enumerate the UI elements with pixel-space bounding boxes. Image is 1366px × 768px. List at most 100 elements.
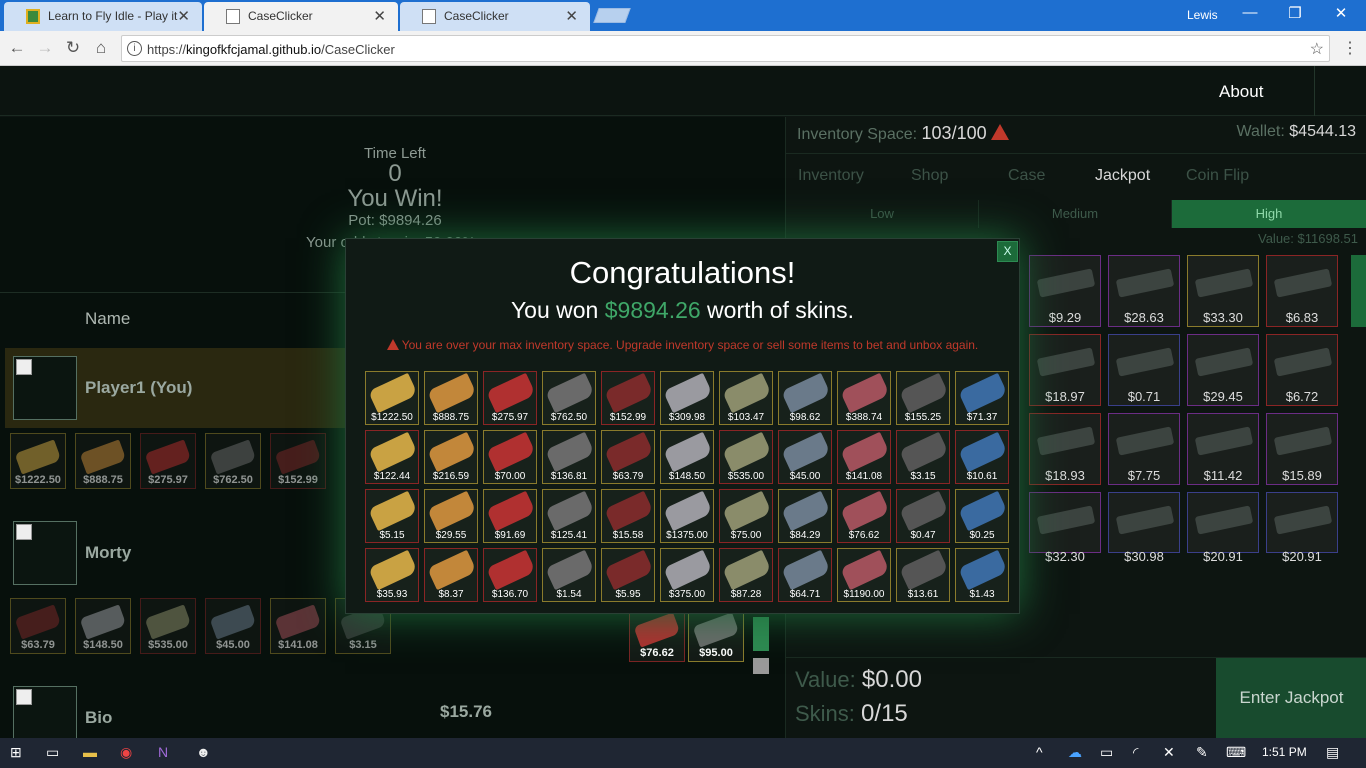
risk-medium[interactable]: Medium — [979, 200, 1172, 228]
enter-jackpot-button[interactable]: Enter Jackpot — [1216, 658, 1366, 739]
risk-high[interactable]: High — [1172, 200, 1366, 228]
skin-item[interactable]: $0.47 — [896, 489, 950, 543]
skin-item[interactable]: $64.71 — [778, 548, 832, 602]
minimize-icon[interactable]: — — [1235, 4, 1265, 21]
back-icon[interactable]: ← — [6, 38, 28, 58]
skin-item[interactable]: $15.58 — [601, 489, 655, 543]
skin-item[interactable]: $1375.00 — [660, 489, 714, 543]
skin-item[interactable]: $152.99 — [601, 371, 655, 425]
skin-item[interactable]: $136.81 — [542, 430, 596, 484]
tab-case[interactable]: Case — [1008, 167, 1045, 185]
skin-item[interactable]: $535.00 — [140, 598, 196, 654]
about-link[interactable]: About — [1219, 82, 1263, 102]
skin-item[interactable]: $535.00 — [719, 430, 773, 484]
skin-item[interactable]: $87.28 — [719, 548, 773, 602]
skin-item[interactable]: $5.15 — [365, 489, 419, 543]
skin-item[interactable]: $35.93 — [365, 548, 419, 602]
volume-mute-icon[interactable]: ✕ — [1163, 744, 1175, 761]
start-icon[interactable]: ⊞ — [10, 744, 22, 761]
skin-item[interactable]: $275.97 — [483, 371, 537, 425]
pen-icon[interactable]: ✎ — [1196, 744, 1208, 761]
skin-item[interactable]: $5.95 — [601, 548, 655, 602]
skin-item[interactable]: $7.75 — [1108, 413, 1180, 485]
skin-item[interactable]: $141.08 — [270, 598, 326, 654]
skin-item[interactable]: $8.37 — [424, 548, 478, 602]
skin-item[interactable]: $76.62 — [837, 489, 891, 543]
skin-item[interactable]: $29.45 — [1187, 334, 1259, 406]
skin-item[interactable]: $375.00 — [660, 548, 714, 602]
show-hidden-icons[interactable]: ^ — [1036, 744, 1043, 760]
onedrive-icon[interactable]: ☁ — [1068, 744, 1082, 761]
tab-inventory[interactable]: Inventory — [798, 167, 864, 185]
skin-item[interactable]: $3.15 — [896, 430, 950, 484]
task-view-icon[interactable]: ▭ — [46, 744, 59, 761]
skin-item[interactable]: $70.00 — [483, 430, 537, 484]
skin-item[interactable]: $11.42 — [1187, 413, 1259, 485]
skin-item[interactable]: $152.99 — [270, 433, 326, 489]
skin-item[interactable]: $275.97 — [140, 433, 196, 489]
close-tab-icon[interactable]: ✕ — [373, 7, 386, 25]
skin-item[interactable]: $1190.00 — [837, 548, 891, 602]
skin-item[interactable]: $0.25 — [955, 489, 1009, 543]
skin-item[interactable]: $888.75 — [424, 371, 478, 425]
onenote-icon[interactable]: N — [158, 744, 168, 760]
skin-item[interactable]: $888.75 — [75, 433, 131, 489]
profile-name[interactable]: Lewis — [1187, 8, 1218, 22]
bookmark-star-icon[interactable]: ☆ — [1310, 39, 1324, 59]
close-tab-icon[interactable]: ✕ — [177, 7, 190, 25]
forward-icon[interactable]: → — [34, 38, 56, 58]
skin-item[interactable]: $33.30 — [1187, 255, 1259, 327]
skin-item[interactable]: $28.63 — [1108, 255, 1180, 327]
keyboard-icon[interactable]: ⌨ — [1226, 744, 1246, 761]
skin-item[interactable]: $91.69 — [483, 489, 537, 543]
skin-item[interactable]: $18.93 — [1029, 413, 1101, 485]
skin-item[interactable]: $155.25 — [896, 371, 950, 425]
skin-item[interactable]: $148.50 — [660, 430, 714, 484]
skin-item[interactable]: $18.97 — [1029, 334, 1101, 406]
skin-item[interactable]: $762.50 — [542, 371, 596, 425]
new-tab-button[interactable] — [593, 8, 631, 23]
skin-item[interactable]: $1222.50 — [365, 371, 419, 425]
notifications-icon[interactable]: ▤ — [1326, 744, 1339, 761]
skin-item[interactable]: $136.70 — [483, 548, 537, 602]
url-field[interactable]: i https://kingofkfcjamal.github.io/CaseC… — [121, 35, 1330, 62]
file-explorer-icon[interactable]: ▬ — [83, 744, 97, 760]
scrollbar-thumb[interactable] — [1351, 255, 1366, 327]
skin-item[interactable]: $388.74 — [837, 371, 891, 425]
skin-item[interactable]: $45.00 — [205, 598, 261, 654]
skin-item[interactable]: $76.62 — [629, 606, 685, 662]
close-tab-icon[interactable]: ✕ — [565, 7, 578, 25]
tab-coin-flip[interactable]: Coin Flip — [1186, 167, 1249, 185]
skin-item[interactable]: $9.29 — [1029, 255, 1101, 327]
scrollbar-arrow[interactable] — [753, 658, 769, 674]
wifi-icon[interactable]: ◜ — [1133, 744, 1138, 761]
skin-item[interactable]: $148.50 — [75, 598, 131, 654]
tab-shop[interactable]: Shop — [911, 167, 948, 185]
close-window-icon[interactable]: ✕ — [1326, 4, 1356, 22]
skin-item[interactable]: $84.29 — [778, 489, 832, 543]
skin-item[interactable]: $32.30 — [1029, 492, 1101, 564]
skin-item[interactable]: $71.37 — [955, 371, 1009, 425]
restore-icon[interactable]: ❐ — [1280, 4, 1310, 22]
skin-item[interactable]: $6.72 — [1266, 334, 1338, 406]
home-icon[interactable]: ⌂ — [90, 38, 112, 58]
skin-item[interactable]: $13.61 — [896, 548, 950, 602]
reload-icon[interactable]: ↻ — [62, 38, 84, 58]
skin-item[interactable]: $1222.50 — [10, 433, 66, 489]
skin-item[interactable]: $141.08 — [837, 430, 891, 484]
skin-item[interactable]: $6.83 — [1266, 255, 1338, 327]
skin-item[interactable]: $1.54 — [542, 548, 596, 602]
skin-item[interactable]: $216.59 — [424, 430, 478, 484]
risk-low[interactable]: Low — [786, 200, 979, 228]
skin-item[interactable]: $63.79 — [601, 430, 655, 484]
skin-item[interactable]: $1.43 — [955, 548, 1009, 602]
clock[interactable]: 1:51 PM — [1262, 745, 1307, 759]
tab-jackpot[interactable]: Jackpot — [1095, 167, 1150, 185]
skin-item[interactable]: $95.00 — [688, 606, 744, 662]
skin-item[interactable]: $45.00 — [778, 430, 832, 484]
skin-item[interactable]: $309.98 — [660, 371, 714, 425]
skin-item[interactable]: $20.91 — [1187, 492, 1259, 564]
chrome-icon[interactable]: ◉ — [120, 744, 132, 761]
skin-item[interactable]: $0.71 — [1108, 334, 1180, 406]
battery-icon[interactable]: ▭ — [1100, 744, 1113, 761]
